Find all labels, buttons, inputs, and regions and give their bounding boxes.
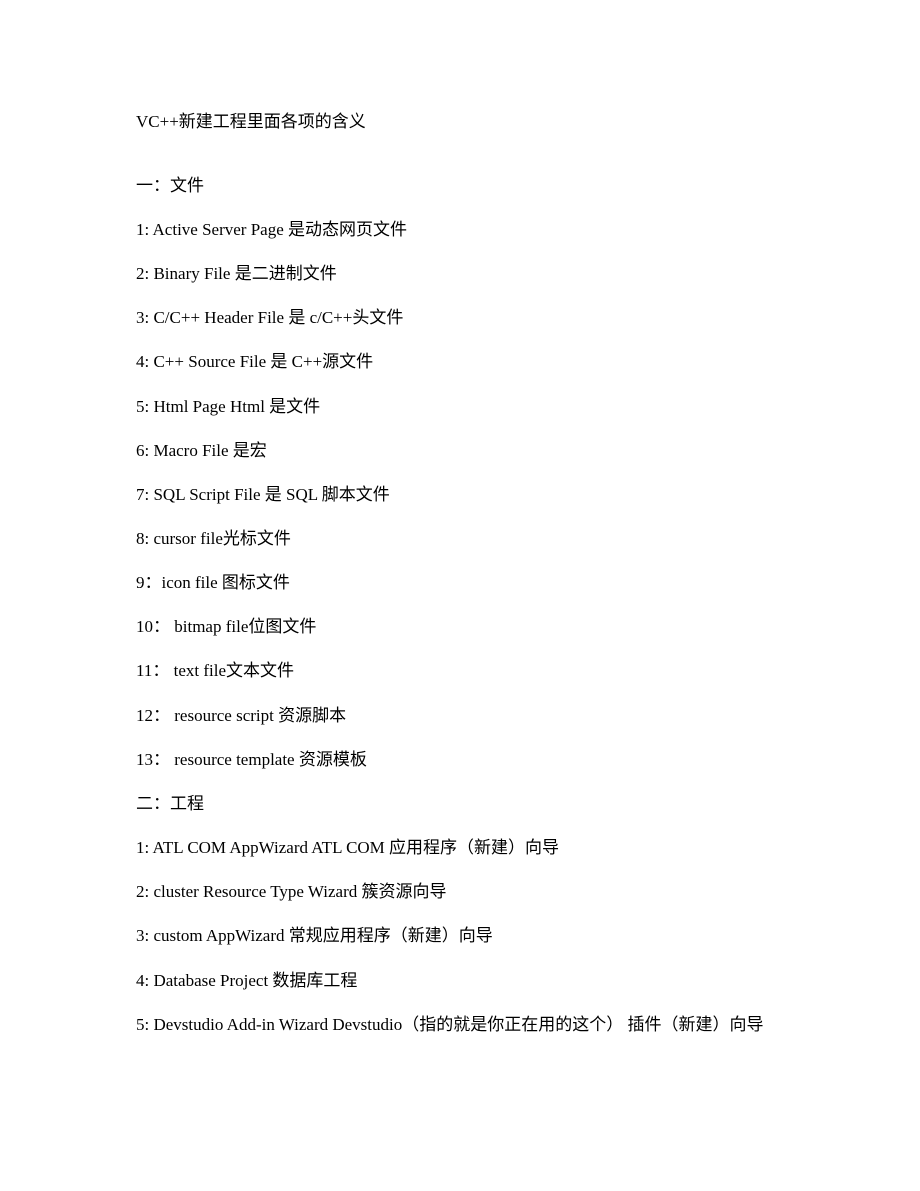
file-item: 12： resource script 资源脚本 xyxy=(136,706,347,725)
section-heading-files: 一：文件 xyxy=(136,176,204,195)
document-title: VC++新建工程里面各项的含义 xyxy=(136,112,366,131)
file-item: 4: C++ Source File 是 C++源文件 xyxy=(136,352,374,371)
file-item: 3: C/C++ Header File 是 c/C++头文件 xyxy=(136,308,404,327)
file-item: 8: cursor file光标文件 xyxy=(136,529,291,548)
project-item: 4: Database Project 数据库工程 xyxy=(136,971,358,990)
project-item: 3: custom AppWizard 常规应用程序（新建）向导 xyxy=(136,926,493,945)
project-item: 2: cluster Resource Type Wizard 簇资源向导 xyxy=(136,882,447,901)
file-item: 5: Html Page Html 是文件 xyxy=(136,397,321,416)
file-item: 2: Binary File 是二进制文件 xyxy=(136,264,337,283)
file-item: 1: Active Server Page 是动态网页文件 xyxy=(136,220,408,239)
project-item: 1: ATL COM AppWizard ATL COM 应用程序（新建）向导 xyxy=(136,838,560,857)
section-heading-projects: 二：工程 xyxy=(136,794,204,813)
file-item: 9：icon file 图标文件 xyxy=(136,573,290,592)
project-item: 5: Devstudio Add-in Wizard Devstudio（指的就… xyxy=(136,1015,764,1034)
file-item: 7: SQL Script File 是 SQL 脚本文件 xyxy=(136,485,390,504)
file-item: 13： resource template 资源模板 xyxy=(136,750,367,769)
file-item: 11： text file文本文件 xyxy=(136,661,295,680)
file-item: 6: Macro File 是宏 xyxy=(136,441,267,460)
file-item: 10： bitmap file位图文件 xyxy=(136,617,317,636)
